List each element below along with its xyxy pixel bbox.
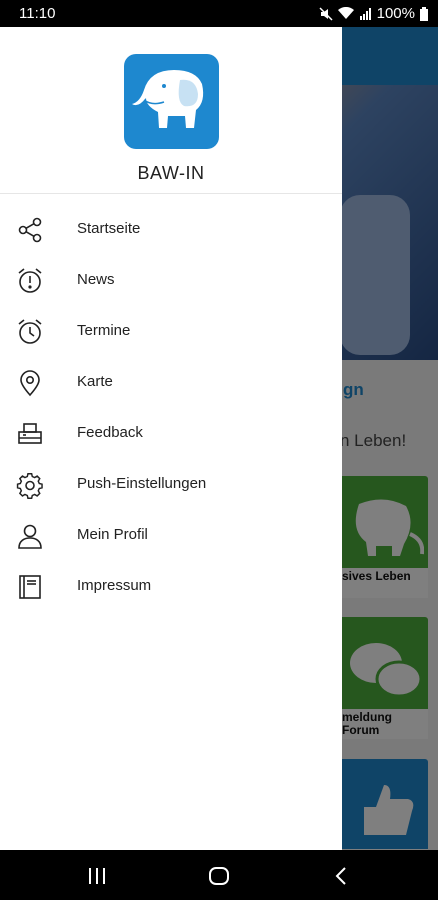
drawer-divider <box>0 193 342 194</box>
battery-percent: 100% <box>376 5 415 22</box>
share-icon <box>16 216 44 244</box>
printer-icon <box>16 420 44 448</box>
menu-item-label: Mein Profil <box>77 526 148 543</box>
back-button[interactable] <box>331 865 353 887</box>
mute-icon <box>319 6 333 21</box>
menu-item-mein-profil[interactable]: Mein Profil <box>0 510 342 561</box>
menu-item-label: Push-Einstellungen <box>77 475 207 492</box>
system-nav-bar <box>0 850 438 900</box>
app-logo <box>124 54 219 149</box>
menu-item-push-einstellungen[interactable]: Push-Einstellungen <box>0 459 342 510</box>
alarm-alert-icon <box>16 267 44 295</box>
app-name: BAW-IN <box>137 163 205 183</box>
menu-item-label: Karte <box>77 373 113 390</box>
battery-icon <box>420 6 428 21</box>
gear-icon <box>16 471 44 499</box>
alarm-clock-icon <box>16 318 44 346</box>
menu-item-label: Startseite <box>77 220 141 237</box>
book-icon <box>16 573 44 601</box>
menu-item-termine[interactable]: Termine <box>0 306 342 357</box>
menu-item-feedback[interactable]: Feedback <box>0 408 342 459</box>
elephant-logo-icon <box>132 70 204 128</box>
menu-item-label: Termine <box>77 322 131 339</box>
menu-item-impressum[interactable]: Impressum <box>0 561 342 612</box>
menu-item-startseite[interactable]: Startseite <box>0 204 342 255</box>
user-icon <box>16 522 44 550</box>
home-button[interactable] <box>208 865 230 887</box>
status-bar: 11:10 100% <box>0 0 438 27</box>
signal-icon <box>359 7 372 20</box>
map-pin-icon <box>16 369 44 397</box>
wifi-icon <box>337 7 354 20</box>
status-time: 11:10 <box>19 5 56 22</box>
drawer-menu: Startseite News Termine Karte Feedback P… <box>0 204 342 612</box>
menu-item-news[interactable]: News <box>0 255 342 306</box>
status-icons: 100% <box>319 5 428 22</box>
menu-item-label: Feedback <box>77 424 143 441</box>
menu-item-label: Impressum <box>77 577 152 594</box>
menu-item-karte[interactable]: Karte <box>0 357 342 408</box>
recent-apps-button[interactable] <box>86 865 108 887</box>
navigation-drawer: BAW-IN Startseite News Termine Karte Fee… <box>0 27 342 850</box>
menu-item-label: News <box>77 271 115 288</box>
